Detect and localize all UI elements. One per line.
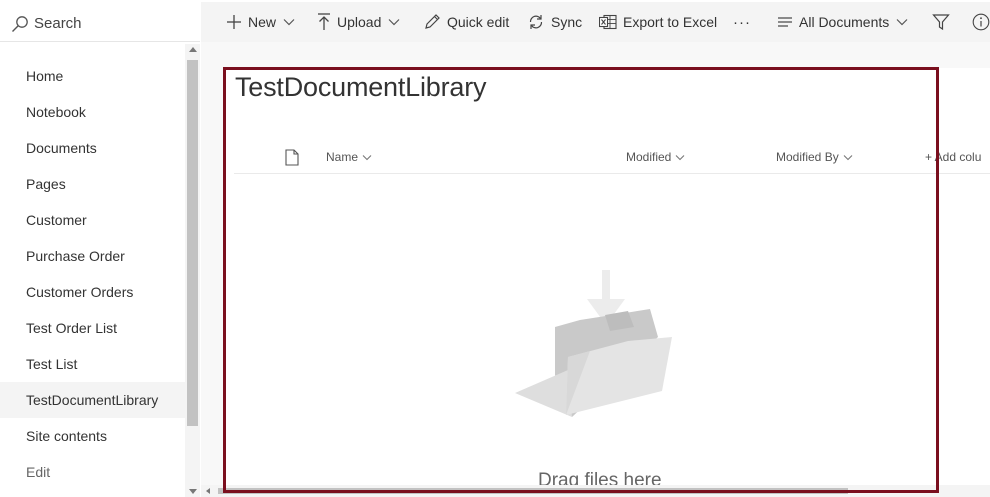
chevron-down-icon bbox=[388, 19, 400, 26]
filter-icon bbox=[932, 14, 950, 31]
left-navigation: Search Home Notebook Documents Pages Cus… bbox=[0, 0, 200, 497]
chevron-down-icon bbox=[843, 154, 853, 160]
search-label: Search bbox=[34, 15, 82, 32]
nav-item-site-contents[interactable]: Site contents bbox=[0, 418, 185, 454]
scroll-up-icon[interactable] bbox=[189, 47, 197, 52]
nav-item-customer-orders[interactable]: Customer Orders bbox=[0, 274, 185, 310]
info-icon bbox=[972, 13, 990, 31]
nav-item-purchase-order[interactable]: Purchase Order bbox=[0, 238, 185, 274]
filter-button[interactable] bbox=[932, 2, 950, 42]
upload-button[interactable]: Upload bbox=[317, 2, 400, 42]
name-column-label: Name bbox=[326, 150, 359, 164]
document-icon bbox=[285, 148, 299, 166]
nav-item-notebook[interactable]: Notebook bbox=[0, 94, 185, 130]
add-column-button[interactable]: + Add colu bbox=[925, 146, 981, 168]
nav-scrollbar-thumb[interactable] bbox=[187, 60, 198, 426]
list-view-icon bbox=[778, 17, 792, 27]
more-icon: ··· bbox=[733, 13, 751, 31]
name-column-header[interactable]: Name bbox=[326, 146, 372, 168]
upload-label: Upload bbox=[337, 14, 382, 30]
chevron-down-icon bbox=[896, 19, 908, 26]
scroll-left-icon[interactable] bbox=[206, 488, 210, 494]
command-bar: New Upload Quick edit Sync Export to Exc… bbox=[201, 2, 990, 42]
chevron-down-icon bbox=[283, 19, 295, 26]
pencil-icon bbox=[425, 14, 440, 29]
file-type-column-header[interactable] bbox=[285, 146, 299, 168]
nav-list: Home Notebook Documents Pages Customer P… bbox=[0, 58, 185, 490]
horizontal-scrollbar[interactable] bbox=[201, 485, 990, 497]
plus-icon bbox=[227, 15, 241, 29]
nav-item-test-order-list[interactable]: Test Order List bbox=[0, 310, 185, 346]
quick-edit-button[interactable]: Quick edit bbox=[423, 2, 509, 42]
nav-scrollbar[interactable] bbox=[185, 44, 200, 497]
nav-item-test-list[interactable]: Test List bbox=[0, 346, 185, 382]
more-options-button[interactable]: ··· bbox=[733, 2, 751, 42]
chevron-down-icon bbox=[362, 154, 372, 160]
nav-item-customer[interactable]: Customer bbox=[0, 202, 185, 238]
modified-by-column-label: Modified By bbox=[776, 150, 839, 164]
scroll-down-icon[interactable] bbox=[189, 489, 197, 494]
sync-button[interactable]: Sync bbox=[527, 2, 582, 42]
modified-column-header[interactable]: Modified bbox=[626, 146, 685, 168]
page-title: TestDocumentLibrary bbox=[235, 72, 487, 102]
chevron-down-icon bbox=[675, 154, 685, 160]
modified-by-column-header[interactable]: Modified By bbox=[776, 146, 853, 168]
search-icon bbox=[12, 16, 28, 32]
nav-item-testdocumentlibrary[interactable]: TestDocumentLibrary bbox=[0, 382, 185, 418]
view-label: All Documents bbox=[799, 14, 890, 30]
sync-icon bbox=[529, 15, 543, 29]
modified-column-label: Modified bbox=[626, 150, 672, 164]
nav-item-pages[interactable]: Pages bbox=[0, 166, 185, 202]
horizontal-scrollbar-thumb[interactable] bbox=[218, 488, 848, 494]
sync-label: Sync bbox=[551, 14, 583, 30]
new-label: New bbox=[248, 14, 277, 30]
export-to-excel-button[interactable]: Export to Excel bbox=[599, 2, 717, 42]
view-selector[interactable]: All Documents bbox=[777, 2, 908, 42]
nav-item-edit[interactable]: Edit bbox=[0, 454, 185, 490]
new-button[interactable]: New bbox=[226, 2, 295, 42]
search-box[interactable]: Search bbox=[0, 4, 200, 42]
empty-folder-illustration bbox=[515, 270, 672, 417]
header-divider bbox=[234, 173, 990, 174]
add-column-label: + Add colu bbox=[925, 150, 982, 164]
excel-icon bbox=[599, 14, 617, 30]
quick-edit-label: Quick edit bbox=[447, 14, 510, 30]
export-label: Export to Excel bbox=[623, 14, 718, 30]
nav-item-home[interactable]: Home bbox=[0, 58, 185, 94]
upload-icon bbox=[318, 13, 330, 30]
nav-item-documents[interactable]: Documents bbox=[0, 130, 185, 166]
info-button[interactable] bbox=[972, 2, 990, 42]
